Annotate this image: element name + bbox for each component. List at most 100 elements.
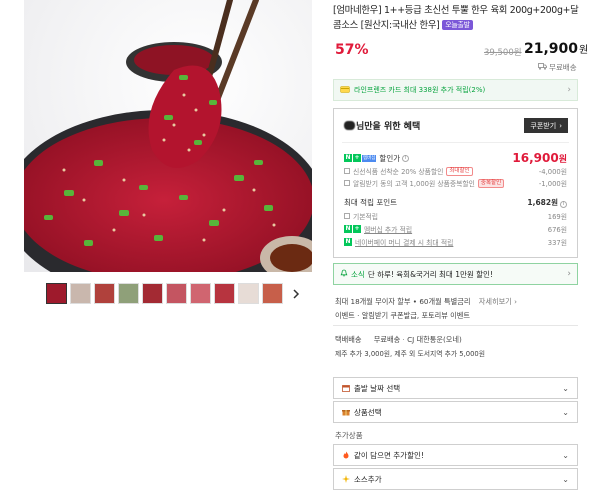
thumbnail-6[interactable] <box>166 283 187 304</box>
chevron-right-icon: › <box>559 121 562 130</box>
divider <box>342 142 569 143</box>
max-discount-tag: 최대할인 <box>446 166 473 176</box>
fire-icon <box>342 451 350 459</box>
date-select[interactable]: 출발 날짜 선택 ⌄ <box>333 377 578 399</box>
thumbnail-8[interactable] <box>214 283 235 304</box>
discount-price-row: N + 멤버십 할인가 i 16,900원 <box>344 151 567 165</box>
benefit-sale-price-value: 16,900 <box>512 151 559 165</box>
promo-text: 단 하루! 육회&국거리 최대 1만원 할인! <box>367 269 493 279</box>
delivery-label: 택배배송 <box>335 335 362 344</box>
thumbnail-5[interactable] <box>142 283 163 304</box>
thumbnail-strip <box>46 283 283 305</box>
extra-products-label: 추가상품 <box>335 431 363 440</box>
thumbnail-2[interactable] <box>70 283 91 304</box>
info-icon[interactable]: i <box>560 201 567 208</box>
thumbnail-next-icon[interactable] <box>289 283 303 304</box>
price-value: 21,900 <box>524 41 579 57</box>
basic-points-row: 기본적립 169원 <box>344 211 567 221</box>
chevron-down-icon: ⌄ <box>562 383 569 393</box>
checkbox-icon <box>344 180 350 186</box>
benefit-sale-price: 16,900원 <box>512 151 567 165</box>
discount-label: 할인가 <box>379 153 401 163</box>
membership-points-row: N + 멤버십 추가 적립 676원 <box>344 224 567 234</box>
thumbnail-9[interactable] <box>238 283 259 304</box>
naverpay-points-link[interactable]: 네이버페이 머니 결제 시 최대 적립 <box>355 237 453 247</box>
thumbnail-3[interactable] <box>94 283 115 304</box>
discount-sub-row-1: 신선식품 선착순 20% 상품할인 최대할인 -4,000원 <box>344 166 567 176</box>
thumbnail-1[interactable] <box>46 283 67 304</box>
installment-detail-link[interactable]: 자세히보기 <box>479 297 512 306</box>
chevron-down-icon: ⌄ <box>562 450 569 460</box>
installment-text: 최대 18개월 무이자 할부 • 60개월 특별금리 <box>335 297 471 306</box>
benefit-title-text: 님만을 위한 혜택 <box>356 122 421 132</box>
basic-points-value: 169원 <box>547 213 567 221</box>
naverpay-points-value: 337원 <box>547 239 567 247</box>
discount-rate: 57% <box>335 42 369 58</box>
benefit-title: 님만을 위한 혜택 <box>344 119 420 132</box>
naverpay-points-row: N 네이버페이 머니 결제 시 최대 적립 337원 <box>344 237 567 247</box>
basic-points-label: 기본적립 <box>353 213 379 221</box>
option-select[interactable]: 상품선택 ⌄ <box>333 401 578 423</box>
original-price: 39,500원 <box>484 48 522 58</box>
promo-prefix: 소식 <box>351 269 365 279</box>
together-discount-label: 같이 담으면 추가할인! <box>354 450 424 460</box>
delivery-line: 택배배송 무료배송 · CJ 대한통운(오네) <box>335 335 462 345</box>
thumbnail-10[interactable] <box>262 283 283 304</box>
membership-points-value: 676원 <box>547 226 567 234</box>
product-title: [엄마네한우] 1++등급 초신선 투뿔 한우 육회 200g+200g+달콤소… <box>333 3 580 33</box>
thumbnail-7[interactable] <box>190 283 211 304</box>
sauce-add-label: 소스추가 <box>354 474 382 484</box>
naver-plus-icon: N + 멤버십 <box>344 154 377 162</box>
official-badge: 오늘출발 <box>442 20 473 30</box>
price-unit: 원 <box>579 45 589 56</box>
installment-line: 최대 18개월 무이자 할부 • 60개월 특별금리 자세히보기 › <box>335 297 517 307</box>
info-icon[interactable]: i <box>402 154 410 162</box>
free-shipping-label: 무료배송 <box>538 62 577 73</box>
benefit-sale-price-unit: 원 <box>558 155 567 165</box>
card-benefit-banner[interactable]: 라인프렌즈 카드 최대 338원 추가 적립(2%) › <box>333 79 578 101</box>
separator-dot: · <box>402 335 405 344</box>
delivery-fee: 무료배송 <box>373 335 401 344</box>
free-shipping-text: 무료배송 <box>549 63 577 72</box>
duplicate-discount-tag: 중복할인 <box>477 178 505 188</box>
gift-box-icon <box>342 408 350 416</box>
coupon-button[interactable]: 쿠폰받기 › <box>524 118 568 133</box>
sparkle-icon <box>342 475 350 483</box>
discount-sub1-label: 신선식품 선착순 20% 상품할인 <box>353 168 444 176</box>
chevron-down-icon: ⌄ <box>562 474 569 484</box>
membership-points-link[interactable]: 멤버십 추가 적립 <box>364 224 412 234</box>
points-label: 최대 적립 포인트 <box>344 198 398 207</box>
calendar-icon <box>342 384 350 392</box>
coupon-button-label: 쿠폰받기 <box>530 121 557 130</box>
delivery-carrier: CJ 대한통운(오네) <box>407 335 462 344</box>
product-main-image[interactable] <box>24 0 312 272</box>
sauce-add-select[interactable]: 소스추가 ⌄ <box>333 468 578 490</box>
discount-sub1-value: -4,000원 <box>538 168 567 176</box>
chevron-right-icon: › <box>514 297 517 306</box>
naverpay-icon: N <box>344 238 352 246</box>
date-select-label: 출발 날짜 선택 <box>354 383 401 393</box>
checkbox-icon <box>344 168 350 174</box>
promo-news-bar[interactable]: 소식 단 하루! 육회&국거리 최대 1만원 할인! › <box>333 263 578 285</box>
chevron-down-icon: ⌄ <box>562 407 569 417</box>
together-discount-select[interactable]: 같이 담으면 추가할인! ⌄ <box>333 444 578 466</box>
delivery-extra: 제주 추가 3,000원, 제주 외 도서지역 추가 5,000원 <box>335 350 485 358</box>
points-value: 1,682원 <box>527 198 558 207</box>
chevron-right-icon: › <box>567 269 571 279</box>
points-row: 최대 적립 포인트 1,682원 i <box>344 197 567 208</box>
naver-plus-icon: N + <box>344 225 361 233</box>
divider <box>333 325 578 326</box>
card-icon <box>340 85 350 95</box>
truck-icon <box>538 63 547 72</box>
card-banner-text: 라인프렌즈 카드 최대 338원 추가 적립(2%) <box>354 86 486 94</box>
discount-sub2-value: -1,000원 <box>538 180 567 188</box>
discount-sub2-label: 알림받기 동의 고객 1,000원 상품중복할인 <box>353 180 475 188</box>
sale-price: 21,900원 <box>524 41 588 57</box>
option-select-label: 상품선택 <box>354 407 382 417</box>
discount-sub-row-2: 알림받기 동의 고객 1,000원 상품중복할인 중복할인 -1,000원 <box>344 178 567 188</box>
user-name-blurred <box>344 121 355 130</box>
thumbnail-4[interactable] <box>118 283 139 304</box>
benefit-box: 님만을 위한 혜택 쿠폰받기 › N + 멤버십 할인가 i 16,900원 신선식… <box>333 108 578 258</box>
event-line: 이벤트 · 알림받기 쿠폰발급, 포토리뷰 이벤트 <box>335 311 471 320</box>
checkbox-icon <box>344 213 350 219</box>
